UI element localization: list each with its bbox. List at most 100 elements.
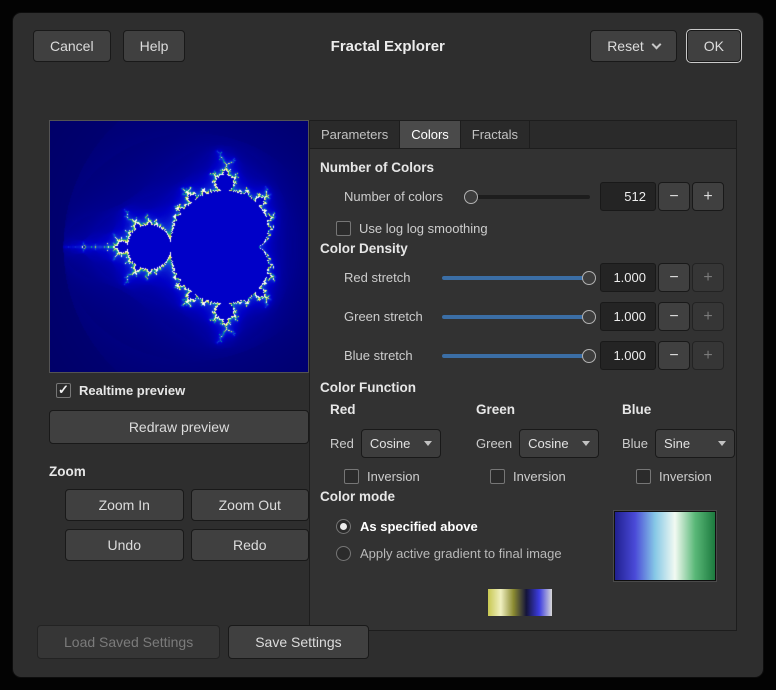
slider-track (442, 354, 590, 358)
zoom-section-heading: Zoom (49, 464, 309, 479)
titlebar: Cancel Help Fractal Explorer Reset OK (13, 13, 763, 62)
load-saved-settings-button[interactable]: Load Saved Settings (37, 625, 220, 659)
apply-gradient-label: Apply active gradient to final image (360, 546, 562, 561)
realtime-preview-row: ✓ Realtime preview (56, 383, 309, 398)
green-inversion-checkbox[interactable]: ✓ (490, 469, 505, 484)
slider-thumb[interactable] (582, 349, 596, 363)
color-density-heading: Color Density (320, 241, 724, 256)
number-of-colors-slider[interactable] (464, 188, 590, 206)
green-stretch-spin: 1.000 − + (600, 302, 724, 331)
red-inversion-checkbox[interactable]: ✓ (344, 469, 359, 484)
red-function-row: Red Cosine (330, 429, 476, 458)
ok-button[interactable]: OK (687, 30, 741, 62)
zoom-out-button[interactable]: Zoom Out (191, 489, 310, 521)
green-function-label: Green (476, 436, 512, 451)
number-of-colors-row: Number of colors 512 − + (344, 182, 724, 211)
blue-stretch-slider[interactable] (442, 347, 590, 365)
red-stretch-spin: 1.000 − + (600, 263, 724, 292)
as-specified-option: As specified above (336, 519, 614, 534)
undo-button[interactable]: Undo (65, 529, 184, 561)
green-inversion-label: Inversion (513, 469, 566, 484)
blue-column-header: Blue (622, 402, 735, 417)
slider-track (442, 276, 590, 280)
slider-fill (442, 315, 590, 319)
log-smoothing-row: ✓ Use log log smoothing (336, 221, 724, 236)
apply-gradient-radio[interactable] (336, 546, 351, 561)
number-of-colors-value[interactable]: 512 (600, 182, 656, 211)
slider-track (442, 315, 590, 319)
red-stretch-value[interactable]: 1.000 (600, 263, 656, 292)
slider-fill (442, 354, 590, 358)
green-stretch-value[interactable]: 1.000 (600, 302, 656, 331)
minus-button[interactable]: − (658, 182, 690, 211)
blue-stretch-value[interactable]: 1.000 (600, 341, 656, 370)
dropdown-arrow-icon (718, 441, 726, 446)
redraw-preview-button[interactable]: Redraw preview (49, 410, 309, 444)
tab-colors[interactable]: Colors (400, 121, 461, 148)
fractal-explorer-dialog: Cancel Help Fractal Explorer Reset OK (12, 12, 764, 678)
number-of-colors-label: Number of colors (344, 189, 460, 204)
window-title: Fractal Explorer (185, 38, 590, 55)
red-function-label: Red (330, 436, 354, 451)
number-of-colors-heading: Number of Colors (320, 160, 724, 175)
realtime-preview-label: Realtime preview (79, 383, 185, 398)
screen: Cancel Help Fractal Explorer Reset OK (0, 0, 776, 690)
dropdown-arrow-icon (424, 441, 432, 446)
number-of-colors-spin: 512 − + (600, 182, 724, 211)
green-stretch-row: Green stretch 1.000 − + (344, 302, 724, 331)
help-button[interactable]: Help (123, 30, 186, 62)
blue-stretch-row: Blue stretch 1.000 − + (344, 341, 724, 370)
colormap-preview[interactable] (614, 511, 716, 581)
blue-function-selected: Sine (664, 436, 690, 451)
blue-function-label: Blue (622, 436, 648, 451)
blue-function-dropdown[interactable]: Sine (655, 429, 735, 458)
tab-parameters[interactable]: Parameters (310, 121, 400, 148)
zoom-in-button[interactable]: Zoom In (65, 489, 184, 521)
minus-button[interactable]: − (658, 263, 690, 292)
green-stretch-slider[interactable] (442, 308, 590, 326)
red-stretch-slider[interactable] (442, 269, 590, 287)
slider-thumb[interactable] (582, 310, 596, 324)
log-smoothing-label: Use log log smoothing (359, 221, 488, 236)
slider-track (464, 195, 590, 199)
color-function-grid: Red Red Cosine ✓ (316, 402, 724, 484)
realtime-preview-checkbox[interactable]: ✓ (56, 383, 71, 398)
minus-button[interactable]: − (658, 341, 690, 370)
blue-inversion-label: Inversion (659, 469, 712, 484)
red-function-column: Red Red Cosine ✓ (330, 402, 476, 484)
slider-thumb[interactable] (582, 271, 596, 285)
green-function-dropdown[interactable]: Cosine (519, 429, 599, 458)
as-specified-label: As specified above (360, 519, 478, 534)
settings-notebook: Parameters Colors Fractals Number of Col… (309, 120, 737, 631)
green-function-column: Green Green Cosine ✓ (476, 402, 622, 484)
save-settings-button[interactable]: Save Settings (228, 625, 368, 659)
red-inversion-label: Inversion (367, 469, 420, 484)
green-function-selected: Cosine (528, 436, 568, 451)
left-column: ✓ Realtime preview Redraw preview Zoom Z… (49, 120, 309, 561)
zoom-buttons: Zoom In Zoom Out Undo Redo (49, 489, 309, 561)
reset-dropdown-button[interactable]: Reset (590, 30, 677, 62)
slider-thumb[interactable] (464, 190, 478, 204)
green-column-header: Green (476, 402, 622, 417)
red-column-header: Red (330, 402, 476, 417)
preview-frame (49, 120, 309, 373)
plus-button[interactable]: + (692, 182, 724, 211)
fractal-preview[interactable] (50, 121, 308, 372)
red-stretch-row: Red stretch 1.000 − + (344, 263, 724, 292)
cancel-button[interactable]: Cancel (33, 30, 111, 62)
color-mode-options: As specified above Apply active gradient… (316, 511, 614, 573)
plus-button[interactable]: + (692, 341, 724, 370)
color-function-heading: Color Function (320, 380, 724, 395)
log-smoothing-checkbox[interactable]: ✓ (336, 221, 351, 236)
right-column: Parameters Colors Fractals Number of Col… (309, 120, 737, 631)
red-function-dropdown[interactable]: Cosine (361, 429, 441, 458)
plus-button[interactable]: + (692, 263, 724, 292)
blue-inversion-row: ✓ Inversion (636, 469, 735, 484)
tab-fractals[interactable]: Fractals (461, 121, 530, 148)
chevron-down-icon (651, 39, 661, 49)
as-specified-radio[interactable] (336, 519, 351, 534)
redo-button[interactable]: Redo (191, 529, 310, 561)
plus-button[interactable]: + (692, 302, 724, 331)
blue-inversion-checkbox[interactable]: ✓ (636, 469, 651, 484)
minus-button[interactable]: − (658, 302, 690, 331)
